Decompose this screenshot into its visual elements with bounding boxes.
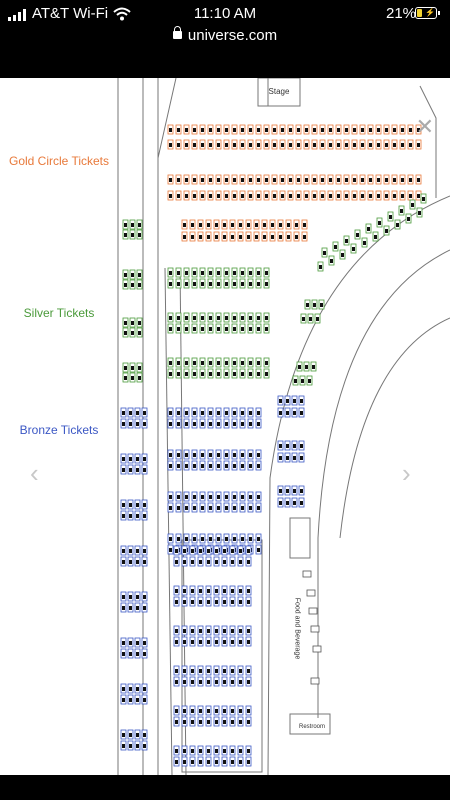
address-bar[interactable]: universe.com: [0, 26, 450, 44]
restroom-label: Restroom: [298, 724, 325, 730]
food-stand: [308, 607, 318, 615]
lock-icon: [172, 26, 182, 39]
legend-bronze: Bronze Tickets: [19, 423, 99, 437]
road-curve: [267, 195, 450, 775]
close-icon[interactable]: ✕: [416, 116, 434, 138]
food-area: [289, 517, 311, 559]
image-viewer: Gold Circle Tickets Silver Tickets Bronz…: [0, 52, 450, 800]
status-bar: AT&T Wi-Fi 11:10 AM 21% ⚡ universe.com: [0, 0, 450, 52]
stage-label: Stage: [268, 87, 290, 96]
food-stand: [302, 570, 312, 578]
legend-silver: Silver Tickets: [23, 306, 95, 320]
food-stand: [312, 645, 322, 653]
food-stand: [306, 589, 316, 597]
url-text: universe.com: [187, 27, 278, 44]
road-curve: [317, 249, 450, 718]
food-stand: [310, 625, 320, 633]
seating-map: Gold Circle Tickets Silver Tickets Bronz…: [0, 78, 450, 775]
legend-gold-circle: Gold Circle Tickets: [8, 154, 110, 168]
aisle-line: [164, 267, 173, 775]
aisle-line: [179, 267, 187, 775]
clock-time: 11:10 AM: [193, 5, 257, 22]
battery-percent: 21%: [386, 5, 417, 22]
food-stand: [310, 677, 320, 685]
section-block: [181, 539, 263, 773]
chevron-right-icon[interactable]: ›: [402, 460, 411, 486]
battery-icon: ⚡: [415, 7, 440, 19]
chevron-left-icon[interactable]: ‹: [30, 460, 39, 486]
food-beverage-label: Food and Beverage: [293, 597, 301, 660]
